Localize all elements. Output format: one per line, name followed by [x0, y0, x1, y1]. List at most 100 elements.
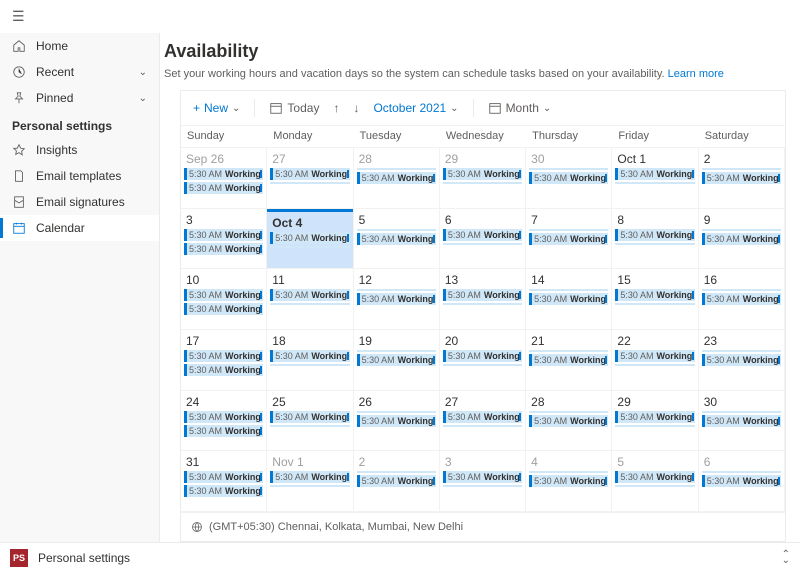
- calendar-event[interactable]: 5:30 AMWorking↻: [702, 293, 781, 305]
- calendar-event[interactable]: 5:30 AMWorking↻: [184, 243, 263, 255]
- learn-more-link[interactable]: Learn more: [668, 68, 724, 80]
- calendar-event[interactable]: [443, 485, 522, 487]
- calendar-event[interactable]: [357, 411, 436, 413]
- calendar-event[interactable]: 5:30 AMWorking↻: [184, 411, 263, 423]
- calendar-event[interactable]: 5:30 AMWorking↻: [270, 411, 349, 423]
- calendar-event[interactable]: 5:30 AMWorking↻: [270, 168, 349, 180]
- calendar-event[interactable]: [702, 471, 781, 473]
- nav-insights[interactable]: Insights: [0, 137, 159, 163]
- nav-pinned[interactable]: Pinned ⌄: [0, 85, 159, 111]
- calendar-cell[interactable]: 265:30 AMWorking↻: [354, 391, 440, 452]
- calendar-cell[interactable]: 35:30 AMWorking↻5:30 AMWorking↻: [181, 209, 267, 270]
- calendar-event[interactable]: [443, 425, 522, 427]
- calendar-cell[interactable]: 275:30 AMWorking↻: [440, 391, 526, 452]
- calendar-cell[interactable]: 305:30 AMWorking↻: [699, 391, 785, 452]
- calendar-cell[interactable]: 305:30 AMWorking↻: [526, 148, 612, 209]
- calendar-event[interactable]: 5:30 AMWorking↻: [270, 232, 349, 244]
- calendar-event[interactable]: 5:30 AMWorking↻: [702, 354, 781, 366]
- calendar-event[interactable]: 5:30 AMWorking↻: [615, 350, 694, 362]
- nav-home[interactable]: Home: [0, 33, 159, 59]
- calendar-event[interactable]: 5:30 AMWorking↻: [529, 172, 608, 184]
- calendar-event[interactable]: [443, 243, 522, 245]
- calendar-cell[interactable]: 315:30 AMWorking↻5:30 AMWorking↻: [181, 451, 267, 512]
- calendar-event[interactable]: 5:30 AMWorking↻: [702, 172, 781, 184]
- calendar-event[interactable]: 5:30 AMWorking↻: [615, 229, 694, 241]
- calendar-cell[interactable]: 215:30 AMWorking↻: [526, 330, 612, 391]
- calendar-event[interactable]: 5:30 AMWorking↻: [184, 182, 263, 194]
- calendar-cell[interactable]: 285:30 AMWorking↻: [354, 148, 440, 209]
- calendar-event[interactable]: 5:30 AMWorking↻: [357, 293, 436, 305]
- calendar-event[interactable]: [529, 168, 608, 170]
- calendar-event[interactable]: [529, 411, 608, 413]
- calendar-cell[interactable]: 115:30 AMWorking↻: [267, 269, 353, 330]
- calendar-event[interactable]: 5:30 AMWorking↻: [702, 475, 781, 487]
- calendar-event[interactable]: 5:30 AMWorking↻: [529, 354, 608, 366]
- calendar-event[interactable]: 5:30 AMWorking↻: [443, 229, 522, 241]
- expand-collapse-icon[interactable]: ⌃⌄: [782, 552, 790, 564]
- calendar-event[interactable]: [615, 425, 694, 427]
- calendar-event[interactable]: [615, 243, 694, 245]
- calendar-event[interactable]: [529, 289, 608, 291]
- calendar-event[interactable]: 5:30 AMWorking↻: [184, 485, 263, 497]
- calendar-event[interactable]: [270, 485, 349, 487]
- calendar-event[interactable]: [443, 182, 522, 184]
- nav-calendar[interactable]: Calendar: [0, 215, 159, 241]
- calendar-event[interactable]: 5:30 AMWorking↻: [529, 233, 608, 245]
- calendar-cell[interactable]: 285:30 AMWorking↻: [526, 391, 612, 452]
- calendar-event[interactable]: 5:30 AMWorking↻: [184, 289, 263, 301]
- month-picker[interactable]: October 2021 ⌄: [373, 101, 458, 115]
- calendar-cell[interactable]: 55:30 AMWorking↻: [612, 451, 698, 512]
- view-picker[interactable]: Month ⌄: [488, 101, 552, 115]
- calendar-event[interactable]: 5:30 AMWorking↻: [184, 303, 263, 315]
- calendar-cell[interactable]: 65:30 AMWorking↻: [699, 451, 785, 512]
- calendar-cell[interactable]: 255:30 AMWorking↻: [267, 391, 353, 452]
- calendar-cell[interactable]: 165:30 AMWorking↻: [699, 269, 785, 330]
- calendar-event[interactable]: 5:30 AMWorking↻: [615, 289, 694, 301]
- calendar-event[interactable]: 5:30 AMWorking↻: [615, 471, 694, 483]
- calendar-event[interactable]: [615, 485, 694, 487]
- calendar-event[interactable]: [270, 182, 349, 184]
- calendar-cell[interactable]: 295:30 AMWorking↻: [440, 148, 526, 209]
- calendar-event[interactable]: [529, 229, 608, 231]
- calendar-cell[interactable]: 55:30 AMWorking↻: [354, 209, 440, 270]
- calendar-event[interactable]: 5:30 AMWorking↻: [270, 471, 349, 483]
- calendar-event[interactable]: 5:30 AMWorking↻: [615, 411, 694, 423]
- calendar-event[interactable]: 5:30 AMWorking↻: [357, 233, 436, 245]
- calendar-event[interactable]: 5:30 AMWorking↻: [615, 168, 694, 180]
- calendar-event[interactable]: [270, 425, 349, 427]
- calendar-event[interactable]: 5:30 AMWorking↻: [357, 415, 436, 427]
- calendar-event[interactable]: 5:30 AMWorking↻: [702, 233, 781, 245]
- calendar-cell[interactable]: 105:30 AMWorking↻5:30 AMWorking↻: [181, 269, 267, 330]
- calendar-event[interactable]: 5:30 AMWorking↻: [357, 475, 436, 487]
- calendar-event[interactable]: [702, 229, 781, 231]
- calendar-event[interactable]: 5:30 AMWorking↻: [184, 229, 263, 241]
- calendar-cell[interactable]: Sep 265:30 AMWorking↻5:30 AMWorking↻: [181, 148, 267, 209]
- calendar-event[interactable]: 5:30 AMWorking↻: [529, 475, 608, 487]
- calendar-event[interactable]: [615, 303, 694, 305]
- calendar-cell[interactable]: 195:30 AMWorking↻: [354, 330, 440, 391]
- calendar-event[interactable]: 5:30 AMWorking↻: [184, 425, 263, 437]
- calendar-cell[interactable]: 175:30 AMWorking↻5:30 AMWorking↻: [181, 330, 267, 391]
- timezone-footer[interactable]: (GMT+05:30) Chennai, Kolkata, Mumbai, Ne…: [181, 512, 785, 541]
- calendar-cell[interactable]: 125:30 AMWorking↻: [354, 269, 440, 330]
- calendar-cell[interactable]: 185:30 AMWorking↻: [267, 330, 353, 391]
- nav-recent[interactable]: Recent ⌄: [0, 59, 159, 85]
- calendar-cell[interactable]: 205:30 AMWorking↻: [440, 330, 526, 391]
- calendar-event[interactable]: [270, 303, 349, 305]
- calendar-event[interactable]: [357, 471, 436, 473]
- calendar-event[interactable]: [357, 350, 436, 352]
- calendar-cell[interactable]: 225:30 AMWorking↻: [612, 330, 698, 391]
- hamburger-menu-icon[interactable]: ☰: [0, 0, 800, 33]
- calendar-event[interactable]: [357, 168, 436, 170]
- calendar-cell[interactable]: 75:30 AMWorking↻: [526, 209, 612, 270]
- calendar-cell[interactable]: 135:30 AMWorking↻: [440, 269, 526, 330]
- calendar-event[interactable]: 5:30 AMWorking↻: [443, 289, 522, 301]
- calendar-cell[interactable]: 25:30 AMWorking↻: [699, 148, 785, 209]
- calendar-cell[interactable]: 45:30 AMWorking↻: [526, 451, 612, 512]
- calendar-event[interactable]: 5:30 AMWorking↻: [443, 168, 522, 180]
- calendar-cell[interactable]: Nov 15:30 AMWorking↻: [267, 451, 353, 512]
- calendar-event[interactable]: [702, 350, 781, 352]
- calendar-event[interactable]: [529, 471, 608, 473]
- calendar-cell[interactable]: 25:30 AMWorking↻: [354, 451, 440, 512]
- calendar-event[interactable]: [443, 303, 522, 305]
